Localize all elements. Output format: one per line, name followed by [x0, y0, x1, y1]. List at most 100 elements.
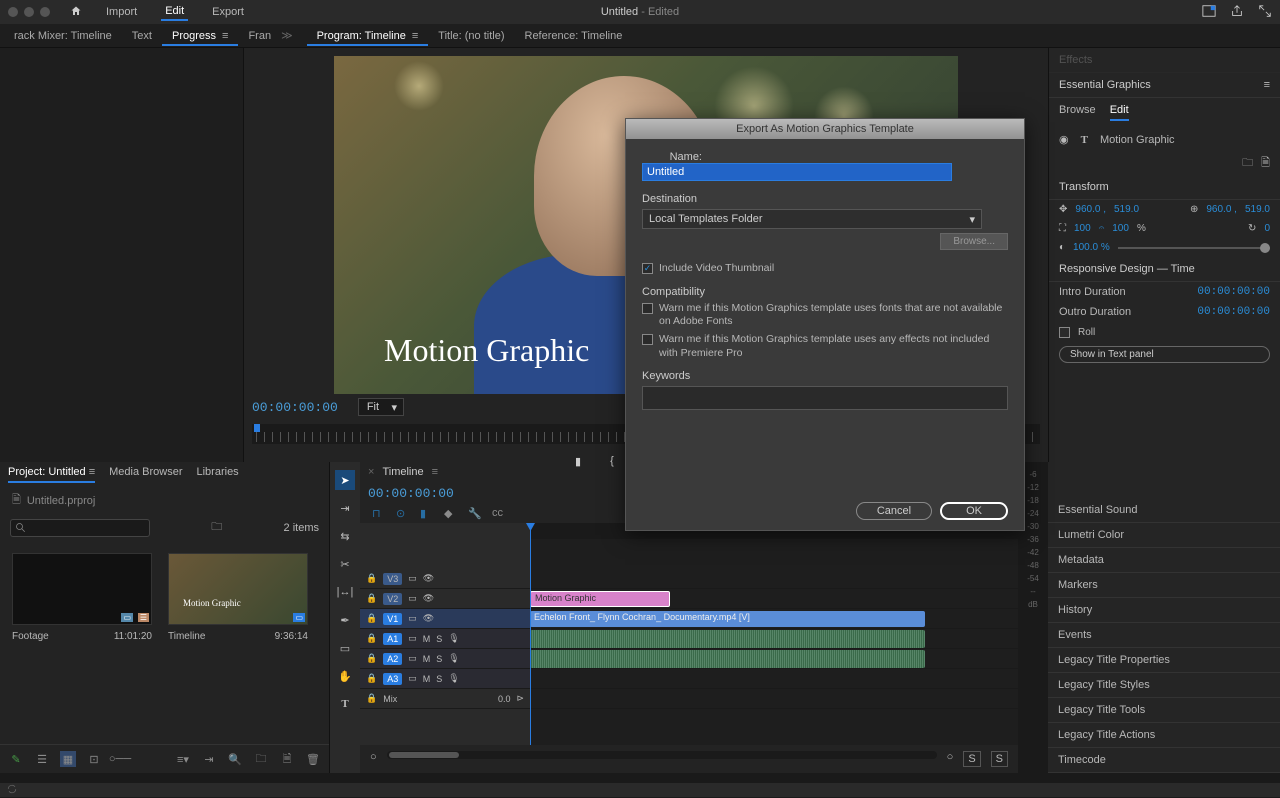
new-layer-icon[interactable]: 🗎 [1261, 154, 1270, 173]
browse-button[interactable]: Browse... [940, 233, 1008, 250]
sort-icon[interactable]: ≡▾ [175, 751, 191, 767]
timeline-marker-icon[interactable]: ◆ [444, 507, 458, 521]
sync-icon[interactable] [6, 783, 18, 798]
playhead-icon[interactable] [254, 424, 260, 432]
acc-legacy-title-props[interactable]: Legacy Title Properties [1048, 648, 1280, 673]
track-a2-header[interactable]: 🔒A2▭MS🎙 [360, 649, 530, 669]
hand-tool-icon[interactable]: ✋ [335, 666, 355, 686]
pen-tool-icon[interactable]: ✒ [335, 610, 355, 630]
rotation-val[interactable]: 0 [1264, 223, 1270, 234]
track-v2-header[interactable]: 🔒V2▭👁 [360, 589, 530, 609]
opacity-val[interactable]: 100.0 % [1073, 242, 1110, 253]
acc-legacy-title-actions[interactable]: Legacy Title Actions [1048, 723, 1280, 748]
find-icon[interactable]: 🔍 [227, 751, 243, 767]
outro-duration-value[interactable]: 00:00:00:00 [1197, 306, 1270, 318]
acc-timecode[interactable]: Timecode [1048, 748, 1280, 773]
clip-audio-2[interactable] [530, 650, 925, 668]
acc-markers[interactable]: Markers [1048, 573, 1280, 598]
timeline-timecode[interactable]: 00:00:00:00 [368, 486, 454, 501]
clip-motion-graphic[interactable]: Motion Graphic [530, 591, 670, 607]
show-in-text-panel-button[interactable]: Show in Text panel [1059, 346, 1270, 363]
compat-fonts-checkbox[interactable] [642, 303, 653, 314]
eg-tab-edit[interactable]: Edit [1110, 104, 1129, 121]
track-mix-header[interactable]: 🔒Mix0.0⊳ [360, 689, 530, 709]
intro-duration-value[interactable]: 00:00:00:00 [1197, 286, 1270, 298]
position-x[interactable]: 960.0 , [1075, 204, 1106, 215]
clip-video[interactable]: Echelon Front_ Flynn Cochran_ Documentar… [530, 611, 925, 627]
track-a3-header[interactable]: 🔒A3▭MS🎙 [360, 669, 530, 689]
linked-selection-icon[interactable]: ⊙ [396, 507, 410, 521]
acc-legacy-title-styles[interactable]: Legacy Title Styles [1048, 673, 1280, 698]
zoom-slider-icon[interactable]: ○── [112, 751, 128, 767]
type-tool-icon[interactable]: T [335, 694, 355, 714]
new-bin-button-icon[interactable]: 🗀 [253, 751, 269, 767]
automate-icon[interactable]: ⇥ [201, 751, 217, 767]
tab-title[interactable]: Title: (no title) [428, 27, 514, 45]
destination-dropdown[interactable]: Local Templates Folder [642, 209, 982, 229]
anchor-x[interactable]: 960.0 , [1206, 204, 1237, 215]
project-search-input[interactable] [10, 519, 150, 537]
snap-s1-button[interactable]: S [963, 751, 980, 767]
scale-h[interactable]: 100 [1112, 223, 1129, 234]
new-item-icon[interactable]: 🗎 [279, 751, 295, 767]
cancel-button[interactable]: Cancel [856, 502, 932, 520]
eg-tab-browse[interactable]: Browse [1059, 104, 1096, 121]
list-view-icon[interactable]: ☰ [34, 751, 50, 767]
bin-item[interactable]: ☰▭ Footage11:01:20 [12, 553, 152, 642]
fullscreen-icon[interactable] [1258, 4, 1272, 21]
program-timecode[interactable]: 00:00:00:00 [252, 400, 338, 415]
home-icon[interactable] [70, 5, 82, 20]
acc-history[interactable]: History [1048, 598, 1280, 623]
layer-row[interactable]: ◉ T Motion Graphic [1049, 127, 1280, 152]
tab-program[interactable]: Program: Timeline≡ [307, 27, 429, 45]
compat-effects-checkbox[interactable] [642, 334, 653, 345]
menu-export[interactable]: Export [208, 4, 248, 20]
minimize-window-icon[interactable] [24, 7, 34, 17]
new-bin-icon[interactable]: 🗀 [211, 518, 222, 537]
acc-legacy-title-tools[interactable]: Legacy Title Tools [1048, 698, 1280, 723]
panel-menu-icon[interactable]: ≡ [1264, 79, 1270, 91]
tab-project[interactable]: Project: Untitled ≡ [8, 466, 95, 483]
new-folder-icon[interactable]: 🗀 [1242, 154, 1253, 173]
acc-essential-sound[interactable]: Essential Sound [1048, 498, 1280, 523]
tab-reference[interactable]: Reference: Timeline [515, 27, 633, 45]
tab-libraries[interactable]: Libraries [197, 466, 239, 483]
position-y[interactable]: 519.0 [1114, 204, 1139, 215]
razor-tool-icon[interactable]: ✂ [335, 554, 355, 574]
icon-view-icon[interactable]: ▦ [60, 751, 76, 767]
track-v3-header[interactable]: 🔒V3▭👁 [360, 569, 530, 589]
zoom-window-icon[interactable] [40, 7, 50, 17]
share-icon[interactable] [1230, 4, 1244, 21]
workspace-icon[interactable] [1202, 4, 1216, 21]
delete-icon[interactable]: 🗑 [305, 751, 321, 767]
add-marker-icon[interactable]: ▮ [569, 452, 587, 470]
mark-in-icon[interactable]: { [603, 452, 621, 470]
tab-track-mixer[interactable]: rack Mixer: Timeline [4, 27, 122, 45]
tab-text[interactable]: Text [122, 27, 162, 45]
include-thumbnail-checkbox[interactable] [642, 263, 653, 274]
wrench-icon[interactable]: 🔧 [468, 507, 482, 521]
zoom-fit-dropdown[interactable]: Fit [358, 398, 404, 416]
link-icon[interactable]: 𝄐 [1099, 223, 1105, 234]
snap-icon[interactable]: ⊓ [372, 507, 386, 521]
close-window-icon[interactable] [8, 7, 18, 17]
slip-tool-icon[interactable]: |↔| [335, 582, 355, 602]
clip-audio-1[interactable] [530, 630, 925, 648]
rectangle-tool-icon[interactable]: ▭ [335, 638, 355, 658]
track-a1-header[interactable]: 🔒A1▭MS🎙 [360, 629, 530, 649]
visibility-eye-icon[interactable]: ◉ [1059, 133, 1069, 146]
sequence-item[interactable]: Motion Graphic▭ Timeline9:36:14 [168, 553, 308, 642]
timeline-playhead[interactable] [530, 523, 531, 745]
add-marker-timeline-icon[interactable]: ▮ [420, 507, 434, 521]
roll-checkbox[interactable] [1059, 327, 1070, 338]
anchor-y[interactable]: 519.0 [1245, 204, 1270, 215]
timeline-tracks-area[interactable]: Motion Graphic Echelon Front_ Flynn Coch… [530, 523, 1018, 745]
tab-progress[interactable]: Progress≡ [162, 27, 238, 45]
name-input[interactable] [642, 163, 952, 181]
menu-edit[interactable]: Edit [161, 3, 188, 21]
write-mode-icon[interactable]: ✎ [8, 751, 24, 767]
acc-events[interactable]: Events [1048, 623, 1280, 648]
timeline-hscroll[interactable] [387, 751, 937, 759]
track-select-tool-icon[interactable]: ⇥ [335, 498, 355, 518]
opacity-slider[interactable] [1118, 247, 1270, 249]
